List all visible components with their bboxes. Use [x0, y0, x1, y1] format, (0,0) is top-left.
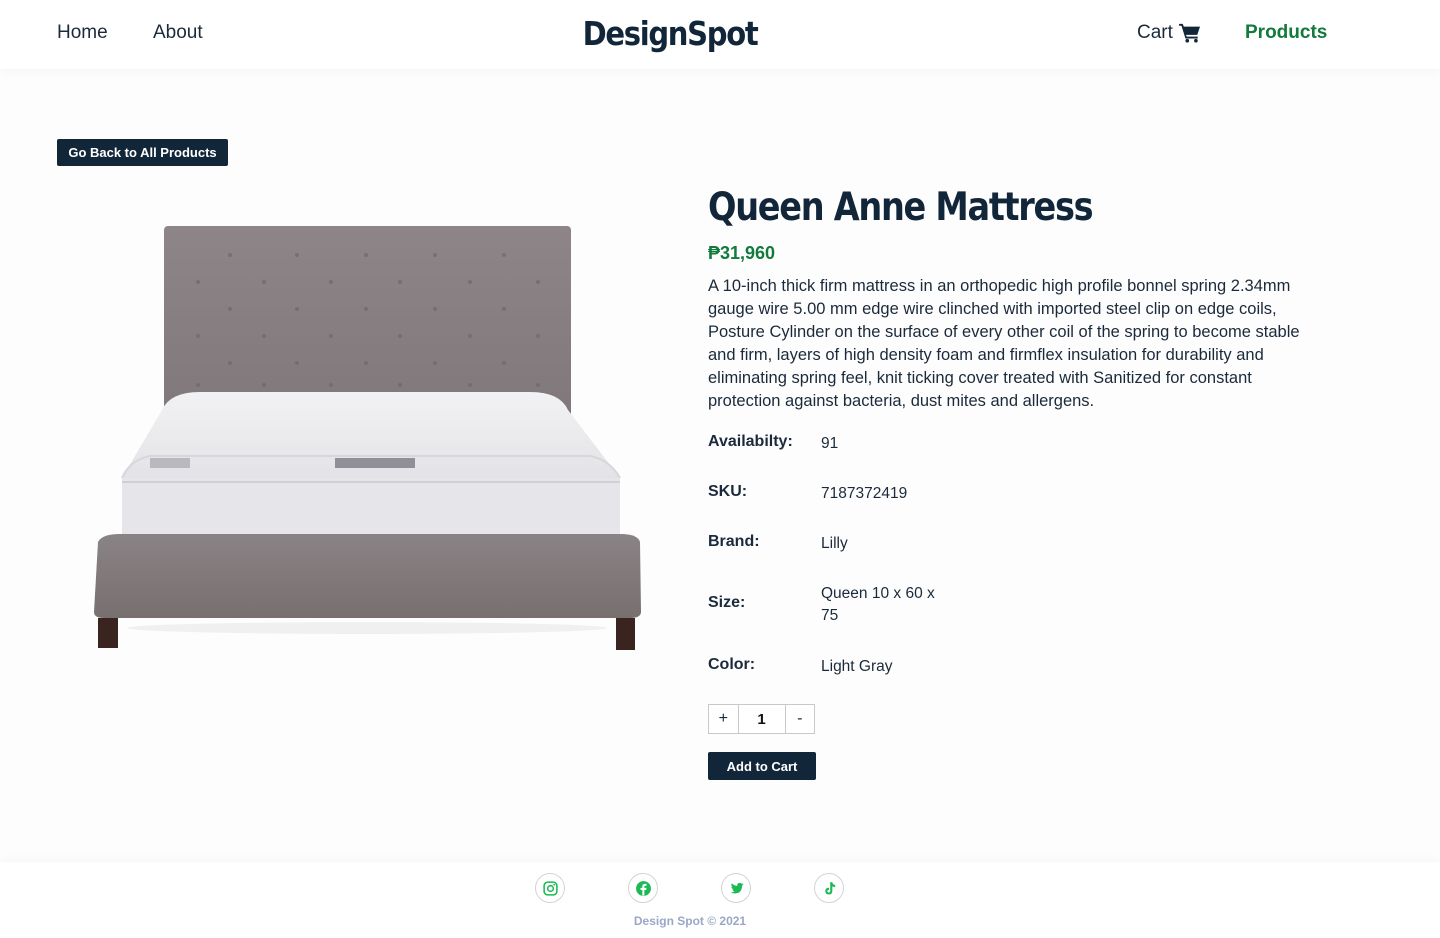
cart-icon: [1178, 23, 1200, 43]
spec-value: 91: [821, 435, 839, 452]
facebook-link[interactable]: [628, 873, 658, 903]
spec-value: 7187372419: [821, 485, 908, 502]
brand-logo[interactable]: DesignSpot: [80, 14, 1259, 53]
spec-label: Availabilty:: [708, 433, 793, 450]
spec-label: Color:: [708, 656, 756, 673]
quantity-stepper: + -: [708, 704, 815, 734]
product-image: [94, 226, 641, 650]
add-to-cart-button[interactable]: Add to Cart: [708, 752, 816, 780]
nav-cart-label: Cart: [1137, 22, 1173, 43]
spec-label: Brand:: [708, 533, 760, 550]
quantity-input[interactable]: [737, 705, 786, 733]
nav-cart-link[interactable]: Cart: [1137, 22, 1201, 44]
twitter-link[interactable]: [721, 873, 751, 903]
product-price: ₱31,960: [708, 243, 776, 263]
increment-button[interactable]: +: [709, 705, 738, 733]
decrement-button[interactable]: -: [785, 705, 814, 733]
footer: Design Spot © 2021: [0, 862, 1440, 938]
tiktok-icon: [824, 881, 835, 895]
nav-products-link[interactable]: Products: [1245, 22, 1327, 44]
go-back-button[interactable]: Go Back to All Products: [57, 139, 228, 166]
copyright-text: Design Spot © 2021: [633, 914, 747, 928]
tiktok-link[interactable]: [814, 873, 844, 903]
spec-value: Light Gray: [821, 658, 893, 675]
instagram-icon: [542, 880, 558, 896]
spec-label: Size:: [708, 594, 746, 611]
instagram-link[interactable]: [535, 873, 565, 903]
spec-label: SKU:: [708, 483, 748, 500]
product-title: Queen Anne Mattress: [708, 185, 1094, 230]
spec-value: Lilly: [821, 535, 848, 552]
twitter-icon: [730, 882, 744, 893]
facebook-icon: [635, 880, 651, 896]
spec-value: Queen 10 x 60 x 75: [821, 585, 935, 624]
product-description: A 10-inch thick firm mattress in an orth…: [708, 277, 1300, 410]
navbar: Home About DesignSpot Cart Products: [0, 0, 1440, 69]
